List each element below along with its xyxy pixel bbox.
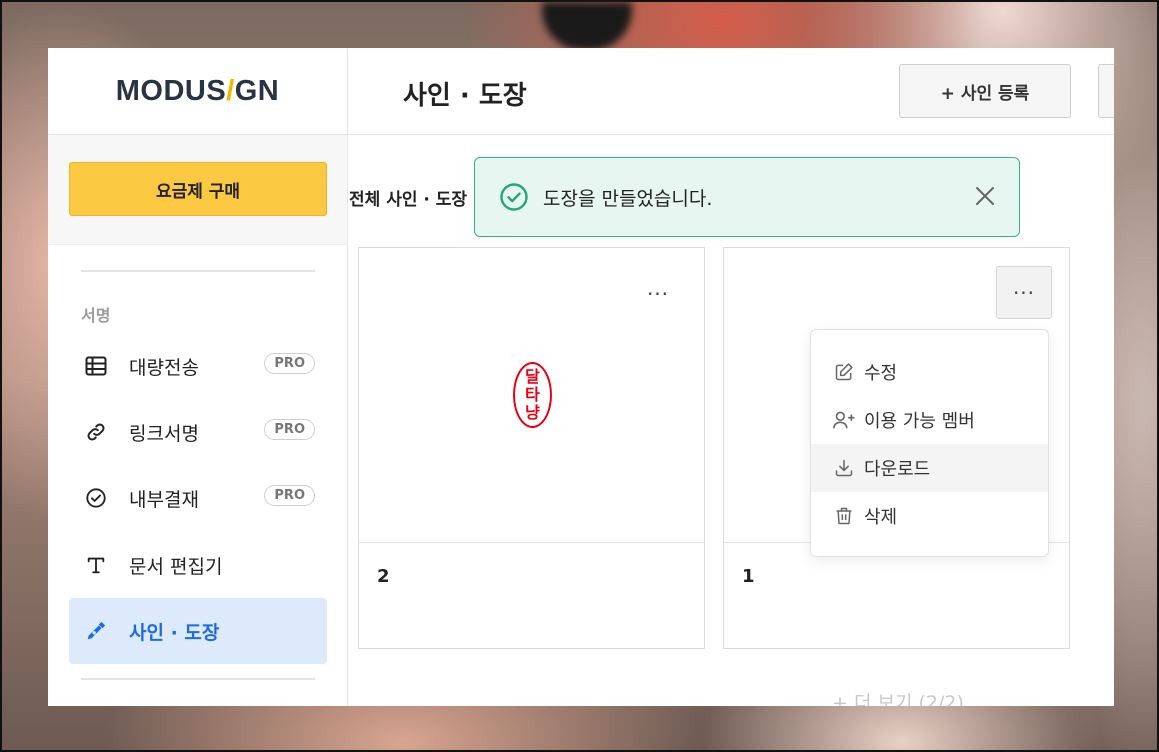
download-icon <box>832 456 856 480</box>
success-toast: 도장을 만들었습니다. <box>474 157 1020 237</box>
main-header: 사인 · 도장 + 사인 등록 <box>348 48 1114 135</box>
text-icon <box>83 552 109 578</box>
logo-area: MODUS/GN <box>48 48 347 135</box>
sidebar-item-label: 링크서명 <box>129 422 199 445</box>
add-sign-button[interactable]: + 사인 등록 <box>899 64 1071 118</box>
pen-nib-icon <box>83 618 109 644</box>
sidebar-item-sign-stamp[interactable]: 사인 · 도장 <box>69 598 327 664</box>
logo-text-left: MODUS <box>115 74 227 107</box>
sign-name: 1 <box>742 566 755 587</box>
sidebar: MODUS/GN 요금제 구매 서명 대량전송 PRO 링크서명 PRO 내부결… <box>48 48 348 706</box>
sidebar-item-bulk-send[interactable]: 대량전송 PRO <box>69 333 327 399</box>
sign-name: 2 <box>377 566 390 587</box>
stamp-char: 냥 <box>525 403 540 422</box>
more-options-button[interactable]: ··· <box>630 267 686 320</box>
menu-item-delete[interactable]: 삭제 <box>811 492 1048 540</box>
link-icon <box>83 419 109 445</box>
sidebar-item-label: 사인 · 도장 <box>129 621 220 644</box>
buy-area: 요금제 구매 <box>48 135 347 245</box>
menu-item-members[interactable]: 이용 가능 멤버 <box>811 396 1048 444</box>
stamp-image: 달 타 냥 <box>513 362 552 428</box>
sign-preview: ··· 달 타 냥 <box>359 248 704 543</box>
sidebar-item-label: 문서 편집기 <box>129 555 223 578</box>
trash-icon <box>832 504 856 528</box>
options-menu: 수정 이용 가능 멤버 다운로드 삭제 <box>810 329 1049 557</box>
menu-item-label: 수정 <box>864 363 898 384</box>
pro-badge: PRO <box>264 419 315 440</box>
check-circle-icon <box>83 485 109 511</box>
sidebar-item-label: 대량전송 <box>129 356 199 379</box>
more-options-button[interactable]: ··· <box>996 266 1052 319</box>
menu-item-label: 삭제 <box>864 507 898 528</box>
edit-icon <box>832 360 856 384</box>
close-icon[interactable] <box>973 184 997 208</box>
menu-item-label: 다운로드 <box>864 459 931 480</box>
check-circle-icon <box>499 182 529 212</box>
logo-slash: / <box>226 74 235 107</box>
menu-item-label: 이용 가능 멤버 <box>864 411 975 432</box>
header-secondary-button[interactable] <box>1098 64 1114 118</box>
menu-item-download[interactable]: 다운로드 <box>811 444 1048 492</box>
stamp-char: 타 <box>525 385 540 404</box>
table-icon <box>83 353 109 379</box>
buy-plan-button[interactable]: 요금제 구매 <box>69 162 327 216</box>
menu-item-edit[interactable]: 수정 <box>811 348 1048 396</box>
sidebar-item-doc-editor[interactable]: 문서 편집기 <box>69 532 327 598</box>
section-title: 서명 <box>81 306 111 325</box>
user-plus-icon <box>832 408 856 432</box>
logo[interactable]: MODUS/GN <box>116 75 280 108</box>
pro-badge: PRO <box>264 353 315 374</box>
all-signs-label: 전체 사인 · 도장 <box>349 190 468 210</box>
sidebar-divider <box>81 270 315 272</box>
page-title: 사인 · 도장 <box>403 81 527 111</box>
sidebar-divider <box>81 678 315 680</box>
load-more-link[interactable]: + 더 보기 (2/2) <box>832 688 964 706</box>
sidebar-item-label: 내부결재 <box>129 488 199 511</box>
stamp-char: 달 <box>525 367 540 386</box>
logo-text-right: GN <box>234 74 280 107</box>
pro-badge: PRO <box>264 485 315 506</box>
app-window: MODUS/GN 요금제 구매 서명 대량전송 PRO 링크서명 PRO 내부결… <box>48 48 1114 706</box>
toast-message: 도장을 만들었습니다. <box>543 187 713 210</box>
sidebar-item-internal-approval[interactable]: 내부결재 PRO <box>69 465 327 531</box>
sign-card[interactable]: ··· 달 타 냥 2 <box>358 247 705 649</box>
sidebar-item-link-sign[interactable]: 링크서명 PRO <box>69 399 327 465</box>
